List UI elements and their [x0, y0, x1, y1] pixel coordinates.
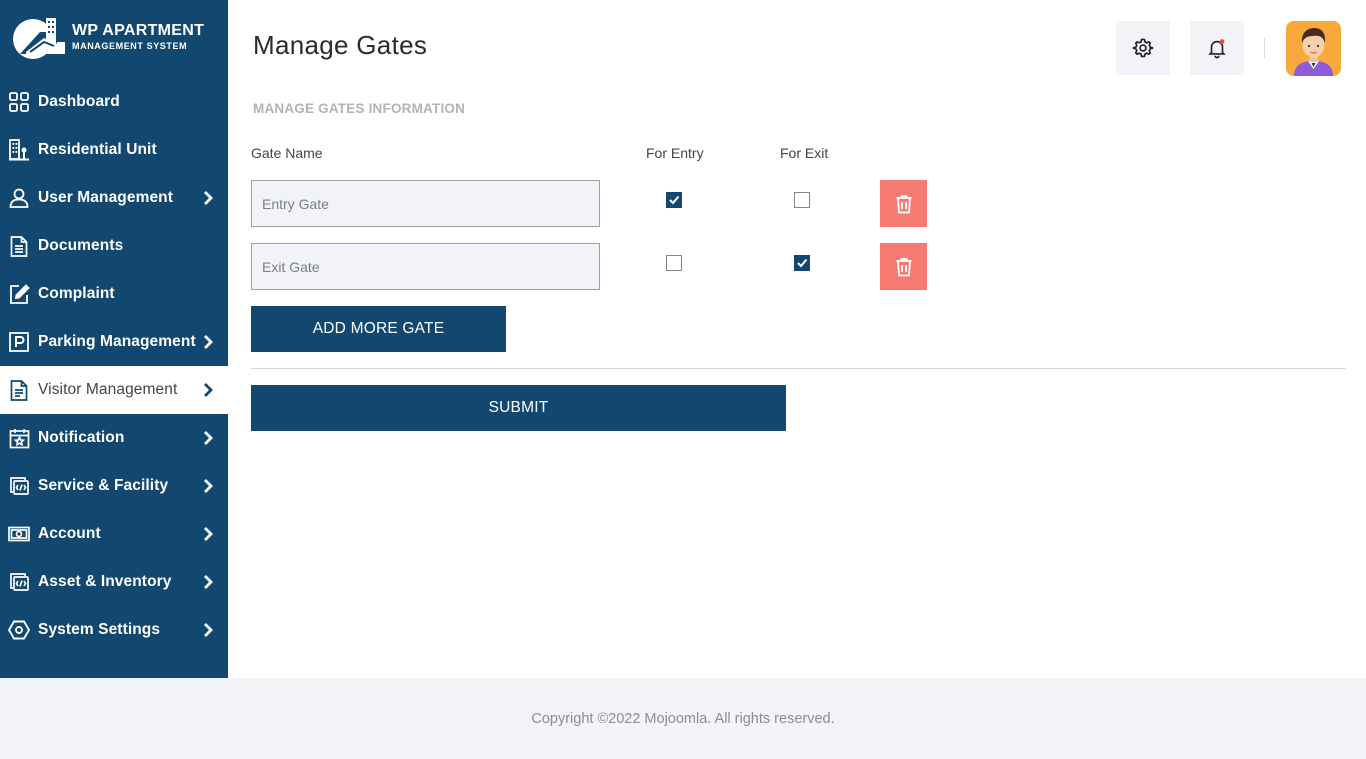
sidebar-item-parking-management[interactable]: Parking Management	[0, 318, 228, 366]
sidebar-item-system-settings[interactable]: System Settings	[0, 606, 228, 654]
sidebar-item-notification[interactable]: Notification	[0, 414, 228, 462]
sidebar-item-dashboard[interactable]: Dashboard	[0, 78, 228, 126]
checkmark-icon	[669, 195, 680, 205]
copyright-text: Copyright ©2022 Mojoomla. All rights res…	[531, 710, 835, 727]
page-title: Manage Gates	[253, 30, 428, 60]
user-avatar[interactable]	[1286, 21, 1341, 76]
chevron-right-icon	[204, 335, 213, 349]
sidebar-item-asset-inventory[interactable]: Asset & Inventory	[0, 558, 228, 606]
brand-subtitle: MANAGEMENT SYSTEM	[72, 41, 188, 51]
file-text-icon	[8, 379, 30, 401]
sidebar-item-label: Visitor Management	[38, 381, 178, 398]
for-exit-column-label: For Exit	[780, 145, 829, 161]
for-entry-checkbox[interactable]	[666, 192, 682, 208]
document-icon	[8, 235, 30, 257]
avatar-person-icon	[1286, 21, 1341, 76]
chevron-right-icon	[204, 527, 213, 541]
header-divider	[1264, 38, 1265, 58]
gate-name-input[interactable]	[251, 243, 600, 290]
sidebar-item-label: Residential Unit	[38, 141, 157, 158]
chevron-right-icon	[204, 383, 213, 397]
chevron-right-icon	[204, 191, 213, 205]
sidebar-item-service-facility[interactable]: Service & Facility	[0, 462, 228, 510]
for-entry-column-label: For Entry	[646, 145, 704, 161]
sidebar-item-label: Asset & Inventory	[38, 573, 172, 590]
sidebar: WP APARTMENT MANAGEMENT SYSTEM Dashboard	[0, 0, 228, 678]
sidebar-item-label: Documents	[38, 237, 124, 254]
footer: Copyright ©2022 Mojoomla. All rights res…	[0, 678, 1366, 759]
add-more-gate-button[interactable]: ADD MORE GATE	[251, 306, 506, 352]
sidebar-item-label: Complaint	[38, 285, 115, 302]
sidebar-item-label: User Management	[38, 189, 174, 206]
chevron-right-icon	[204, 575, 213, 589]
chevron-right-icon	[204, 623, 213, 637]
settings-button[interactable]	[1116, 21, 1170, 75]
sidebar-item-complaint[interactable]: Complaint	[0, 270, 228, 318]
sidebar-nav: Dashboard Residential Unit User Manageme…	[0, 78, 228, 654]
building-logo-icon	[10, 14, 68, 60]
sidebar-item-label: Dashboard	[38, 93, 120, 110]
gear-icon	[1132, 38, 1154, 58]
brand-logo[interactable]: WP APARTMENT MANAGEMENT SYSTEM	[10, 12, 220, 62]
edit-icon	[8, 283, 30, 305]
gate-name-column-label: Gate Name	[251, 145, 323, 161]
calendar-star-icon	[8, 427, 30, 449]
section-title: MANAGE GATES INFORMATION	[253, 101, 466, 116]
for-entry-checkbox[interactable]	[666, 255, 682, 271]
notification-button[interactable]	[1190, 21, 1244, 75]
trash-icon	[896, 257, 911, 276]
sidebar-item-user-management[interactable]: User Management	[0, 174, 228, 222]
for-exit-checkbox[interactable]	[794, 192, 810, 208]
parking-icon	[8, 331, 30, 353]
sidebar-item-residential-unit[interactable]: Residential Unit	[0, 126, 228, 174]
gate-name-input[interactable]	[251, 180, 600, 227]
dashboard-grid-icon	[8, 91, 30, 113]
chevron-right-icon	[204, 431, 213, 445]
trash-icon	[896, 194, 911, 213]
user-icon	[8, 187, 30, 209]
sidebar-item-label: Account	[38, 525, 101, 542]
delete-gate-button[interactable]	[880, 180, 927, 227]
sidebar-item-label: System Settings	[38, 621, 161, 638]
sidebar-item-visitor-management[interactable]: Visitor Management	[0, 366, 228, 414]
sidebar-item-account[interactable]: Account	[0, 510, 228, 558]
sidebar-item-label: Service & Facility	[38, 477, 169, 494]
asset-icon	[8, 571, 30, 593]
sidebar-item-documents[interactable]: Documents	[0, 222, 228, 270]
delete-gate-button[interactable]	[880, 243, 927, 290]
checkmark-icon	[797, 258, 808, 268]
sidebar-item-label: Notification	[38, 429, 125, 446]
form-divider	[251, 368, 1346, 369]
settings-eye-icon	[8, 619, 30, 641]
service-icon	[8, 475, 30, 497]
submit-button[interactable]: SUBMIT	[251, 385, 786, 431]
sidebar-item-label: Parking Management	[38, 333, 196, 350]
bell-icon	[1208, 39, 1226, 59]
brand-title: WP APARTMENT	[72, 22, 205, 39]
money-icon	[8, 523, 30, 545]
building-icon	[8, 139, 30, 161]
for-exit-checkbox[interactable]	[794, 255, 810, 271]
chevron-right-icon	[204, 479, 213, 493]
